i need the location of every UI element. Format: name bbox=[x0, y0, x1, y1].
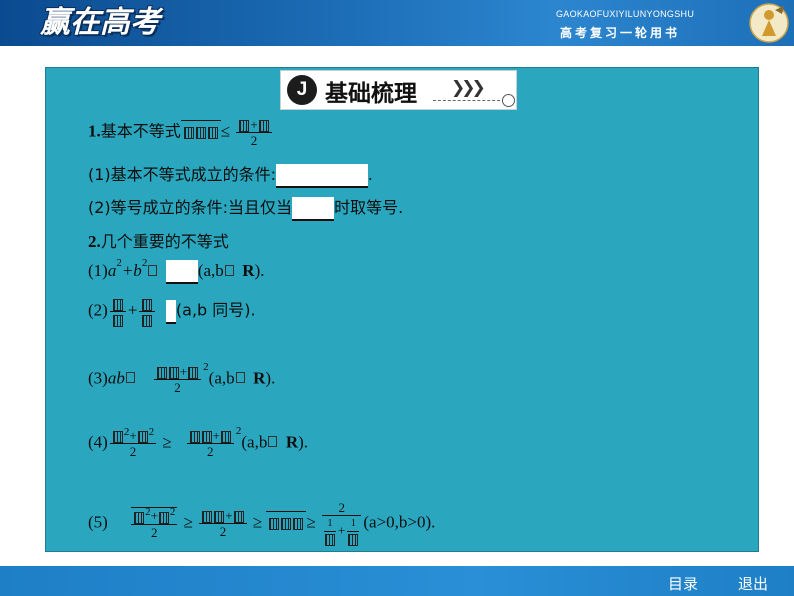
item-1-condition: (1)基本不等式成立的条件:. bbox=[88, 161, 372, 189]
chevrons-icon: ❯❯❯ bbox=[451, 78, 486, 98]
brand-english-text: GAOKAOFUXIYILUNYONGSHU bbox=[556, 9, 695, 19]
item-1-number: 1 bbox=[88, 121, 97, 141]
sqrt-ab bbox=[180, 120, 221, 141]
section-badge: J bbox=[287, 75, 317, 105]
item-2: 2.几个重要的不等式 bbox=[88, 232, 229, 251]
am-fraction: +2 bbox=[236, 117, 272, 148]
inequality-2-blank[interactable] bbox=[165, 299, 176, 324]
brand-chinese-text: 高考复习一轮用书 bbox=[560, 26, 681, 40]
inequality-1-blank[interactable] bbox=[165, 260, 198, 284]
heading-dashed-line bbox=[433, 100, 505, 101]
section-title: 基础梳理 bbox=[325, 81, 417, 107]
item-1-text: 基本不等式 bbox=[100, 121, 181, 141]
contents-button[interactable]: 目录 bbox=[668, 573, 698, 594]
item-2-text: 几个重要的不等式 bbox=[100, 232, 229, 251]
inequality-2: (2) + (a,b 同号). bbox=[88, 296, 256, 328]
inequality-3: (3)ab +2 2(a,b R). bbox=[88, 361, 276, 396]
brand-logo: 赢在高考 bbox=[40, 5, 160, 40]
content-panel: J 基础梳理 ❯❯❯ 1.基本不等式 ≤ +2 (1)基本不等式成立的条件:. (… bbox=[45, 67, 759, 552]
heading-dot-icon bbox=[502, 94, 515, 107]
equality-text: (2)等号成立的条件:当且仅当 bbox=[88, 198, 293, 217]
inequality-1: (1)a2+b2 (a,b R). bbox=[88, 257, 264, 284]
equality-blank[interactable] bbox=[292, 197, 335, 222]
condition-blank[interactable] bbox=[276, 164, 369, 189]
item-1: 1.基本不等式 ≤ +2 bbox=[88, 117, 274, 148]
exit-button[interactable]: 退出 bbox=[738, 573, 768, 594]
mascot-icon bbox=[749, 3, 789, 43]
section-heading: J 基础梳理 ❯❯❯ bbox=[280, 70, 517, 110]
leq-symbol: ≤ bbox=[220, 121, 231, 141]
bottom-bar: 目录 退出 bbox=[0, 566, 794, 596]
item-1-equality: (2)等号成立的条件:当且仅当 时取等号. bbox=[88, 194, 403, 222]
condition-text: (1)基本不等式成立的条件: bbox=[88, 165, 277, 184]
inequality-5: (5) 2+ 2 2 ≥ +2 ≥ ≥ 2 1 +1 (a>0,b>0). bbox=[88, 500, 435, 547]
item-2-number: 2 bbox=[88, 232, 97, 251]
inequality-4: (4) 2+ 2 2 ≥ +2 2(a,b R). bbox=[88, 425, 309, 460]
top-banner: 赢在高考 GAOKAOFUXIYILUNYONGSHU 高考复习一轮用书 bbox=[0, 0, 794, 46]
